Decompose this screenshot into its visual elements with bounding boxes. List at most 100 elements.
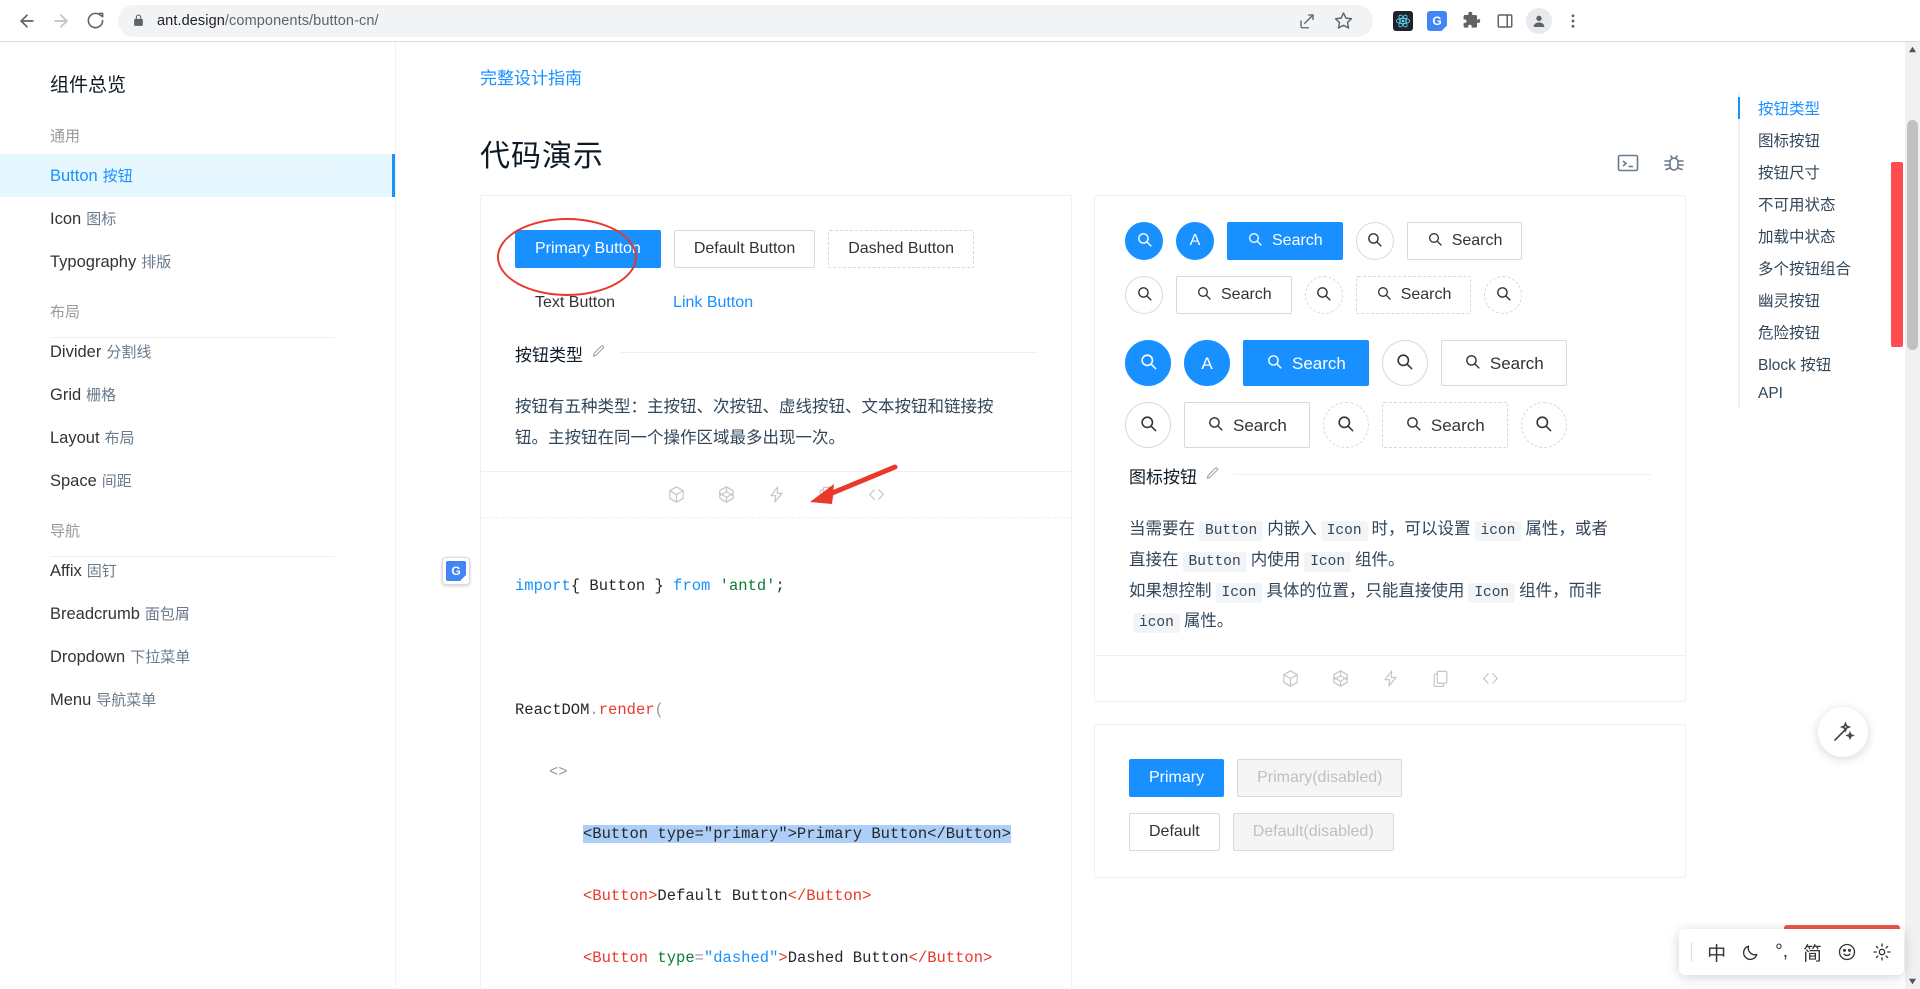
magic-wand-icon[interactable] [1818, 707, 1868, 757]
pencil-edit-icon[interactable] [591, 344, 606, 364]
star-icon[interactable] [1327, 5, 1359, 37]
code-line-fragment-open: <> [549, 763, 568, 782]
scrollbar-thumb[interactable] [1907, 120, 1918, 350]
search-dashed-button-lg[interactable]: Search [1381, 402, 1508, 448]
search-circle-default-button-lg[interactable] [1381, 340, 1428, 386]
anchor-item-ghost-button[interactable]: 幽灵按钮 [1758, 284, 1888, 316]
search-primary-button-lg[interactable]: Search [1243, 340, 1369, 386]
code-brackets-icon[interactable] [867, 485, 886, 504]
inner-scrollbar-highlight[interactable] [1891, 162, 1903, 347]
disabled-row-primary: Primary Primary(disabled) [1129, 759, 1651, 798]
search-circle-dashed-button-2[interactable] [1484, 276, 1523, 314]
sidebar-item-dropdown[interactable]: Dropdown 下拉菜单 [0, 635, 395, 678]
three-dot-menu-icon[interactable] [1557, 5, 1589, 37]
copy-icon[interactable] [817, 485, 836, 504]
search-default-button-2[interactable]: Search [1176, 276, 1292, 314]
codepen-icon[interactable] [717, 485, 736, 504]
gear-icon[interactable] [1872, 942, 1892, 962]
dashed-button[interactable]: Dashed Button [828, 230, 975, 268]
smiley-icon[interactable] [1837, 942, 1857, 962]
sidebar-item-label-cn: 栅格 [86, 387, 117, 404]
scroll-down-arrow[interactable] [1905, 974, 1920, 989]
ime-punctuation-toggle[interactable]: °, [1775, 941, 1788, 963]
primary-disabled-button: Primary(disabled) [1237, 759, 1403, 798]
search-magnifier-icon [1139, 414, 1158, 436]
search-circle-default-button[interactable] [1355, 222, 1394, 260]
anchor-item-button-type[interactable]: 按钮类型 [1758, 92, 1888, 124]
stackblitz-icon[interactable] [767, 485, 786, 504]
search-circle-primary-button[interactable] [1125, 222, 1163, 260]
default-button[interactable]: Default Button [673, 230, 816, 268]
ime-simplified-toggle[interactable]: 简 [1803, 939, 1822, 966]
anchor-navigation: 按钮类型 图标按钮 按钮尺寸 不可用状态 加载中状态 多个按钮组合 幽灵按钮 危… [1738, 92, 1888, 408]
anchor-item-block-button[interactable]: Block 按钮 [1758, 348, 1888, 380]
address-bar[interactable]: ant.design/components/button-cn/ [118, 4, 1373, 37]
sidebar-item-label-en: Menu [50, 691, 92, 709]
search-dashed-button[interactable]: Search [1355, 276, 1472, 314]
search-circle-default-button-2[interactable] [1125, 276, 1163, 314]
default-button-enabled[interactable]: Default [1129, 813, 1220, 852]
codepen-icon[interactable] [1331, 669, 1350, 688]
terminal-icon[interactable] [1616, 151, 1640, 175]
search-primary-button[interactable]: Search [1227, 222, 1343, 260]
sidebar-overview-link[interactable]: 组件总览 [0, 60, 395, 107]
back-button[interactable] [10, 4, 44, 38]
letter-a-circle-button-lg[interactable]: A [1184, 340, 1230, 386]
sidebar-item-typography[interactable]: Typography 排版 [0, 240, 395, 283]
anchor-item-loading-state[interactable]: 加载中状态 [1758, 220, 1888, 252]
moon-icon[interactable] [1741, 943, 1760, 962]
sidebar-item-menu[interactable]: Menu 导航菜单 [0, 678, 395, 721]
search-default-button-lg-2[interactable]: Search [1184, 402, 1310, 448]
google-translate-popup-icon[interactable]: G [442, 557, 470, 585]
sidebar-item-layout[interactable]: Layout 布局 [0, 416, 395, 459]
sidebar-item-grid[interactable]: Grid 栅格 [0, 373, 395, 416]
search-default-button-lg[interactable]: Search [1440, 340, 1567, 386]
scroll-up-arrow[interactable] [1905, 42, 1920, 57]
share-icon[interactable] [1291, 5, 1323, 37]
anchor-item-button-group[interactable]: 多个按钮组合 [1758, 252, 1888, 284]
demo-column-left: Primary Button Default Button Dashed But… [480, 195, 1072, 989]
sidebar-item-icon[interactable]: Icon 图标 [0, 197, 395, 240]
forward-button[interactable] [44, 4, 78, 38]
search-circle-dashed-button-lg-2[interactable] [1520, 402, 1567, 448]
text-button[interactable]: Text Button [515, 284, 635, 322]
react-devtools-icon[interactable] [1387, 5, 1419, 37]
search-label: Search [1221, 286, 1272, 303]
search-circle-primary-button-lg[interactable] [1125, 340, 1171, 386]
search-circle-default-button-lg-2[interactable] [1125, 402, 1171, 448]
anchor-item-icon-button[interactable]: 图标按钮 [1758, 124, 1888, 156]
link-button[interactable]: Link Button [653, 284, 773, 322]
primary-button-enabled[interactable]: Primary [1129, 759, 1225, 798]
design-guide-link[interactable]: 完整设计指南 [480, 42, 1686, 89]
anchor-item-disabled-state[interactable]: 不可用状态 [1758, 188, 1888, 220]
sidebar-item-label-en: Grid [50, 386, 82, 404]
anchor-item-danger-button[interactable]: 危险按钮 [1758, 316, 1888, 348]
ime-mode-chinese[interactable]: 中 [1707, 939, 1726, 966]
primary-button[interactable]: Primary Button [515, 230, 661, 268]
pencil-edit-icon[interactable] [1205, 466, 1220, 486]
code-brackets-icon[interactable] [1481, 669, 1500, 688]
codesandbox-icon[interactable] [1281, 669, 1300, 688]
stackblitz-icon[interactable] [1381, 669, 1400, 688]
side-panel-icon[interactable] [1489, 5, 1521, 37]
reload-button[interactable] [78, 4, 112, 38]
sidebar-item-space[interactable]: Space 间距 [0, 459, 395, 502]
search-label: Search [1400, 286, 1452, 303]
copy-icon[interactable] [1431, 669, 1450, 688]
sidebar-item-breadcrumb[interactable]: Breadcrumb 面包屑 [0, 592, 395, 635]
anchor-item-button-size[interactable]: 按钮尺寸 [1758, 156, 1888, 188]
letter-a-circle-button[interactable]: A [1176, 222, 1214, 260]
bug-icon[interactable] [1662, 151, 1686, 175]
codesandbox-icon[interactable] [667, 485, 686, 504]
extensions-puzzle-icon[interactable] [1455, 5, 1487, 37]
search-default-button[interactable]: Search [1406, 222, 1523, 260]
search-circle-dashed-button-lg[interactable] [1322, 402, 1369, 448]
anchor-item-api[interactable]: API [1758, 380, 1888, 408]
page-scrollbar[interactable] [1905, 42, 1920, 989]
inline-code: Button [1182, 551, 1247, 572]
profile-avatar-icon[interactable] [1523, 5, 1555, 37]
inline-code: Icon [1215, 582, 1263, 603]
code-snippet[interactable]: import{ Button } from 'antd'; ReactDOM.r… [481, 517, 1071, 989]
google-translate-icon[interactable]: G [1421, 5, 1453, 37]
search-circle-dashed-button[interactable] [1304, 276, 1343, 314]
